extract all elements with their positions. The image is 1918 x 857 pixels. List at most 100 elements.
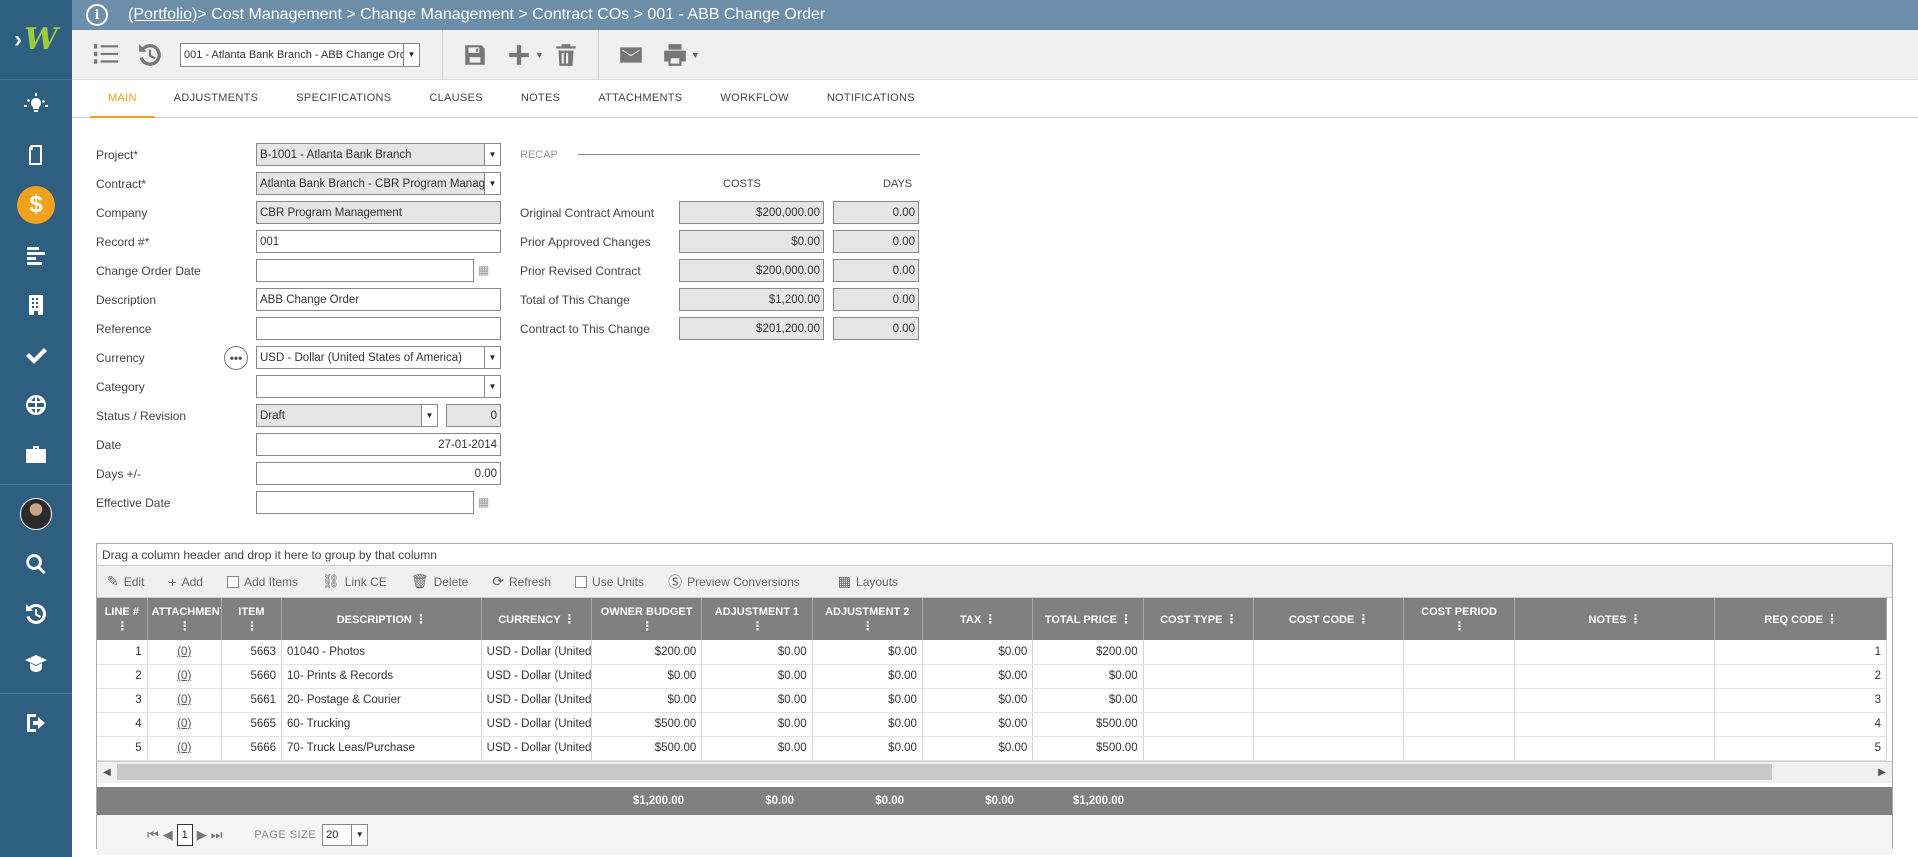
tab-notes[interactable]: NOTES (502, 80, 579, 118)
column-menu-icon[interactable]: ⋮ (116, 619, 128, 633)
effective-date-field[interactable] (256, 491, 474, 514)
lightbulb-icon[interactable] (0, 80, 72, 130)
column-header[interactable]: COST TYPE ⋮ (1143, 598, 1254, 640)
user-avatar[interactable] (0, 489, 72, 539)
cost-management-icon[interactable]: $ (0, 180, 72, 230)
tab-adjustments[interactable]: ADJUSTMENTS (155, 80, 278, 118)
tab-clauses[interactable]: CLAUSES (410, 80, 501, 118)
status-select[interactable]: Draft ▼ (256, 404, 438, 427)
chevron-down-icon[interactable]: ▼ (484, 173, 500, 194)
category-select[interactable]: ▼ (256, 375, 501, 398)
column-header[interactable]: COST PERIOD ⋮ (1403, 598, 1515, 640)
attachments-link[interactable]: (0) (177, 742, 191, 754)
last-page-icon[interactable]: ⏭ (211, 827, 223, 843)
graduation-cap-icon[interactable] (0, 639, 72, 689)
column-header[interactable]: TOTAL PRICE ⋮ (1032, 598, 1144, 640)
chevron-down-icon[interactable]: ▼ (484, 347, 500, 368)
gantt-icon[interactable] (0, 230, 72, 280)
reference-field[interactable] (256, 317, 501, 340)
column-header[interactable]: REQ CODE ⋮ (1714, 598, 1887, 640)
calendar-icon[interactable]: ▦ (478, 263, 494, 279)
next-page-icon[interactable]: ▶ (197, 827, 207, 843)
column-menu-icon[interactable]: ⋮ (984, 612, 996, 626)
use-units-toggle[interactable]: Use Units (575, 575, 644, 589)
more-options-icon[interactable]: ••• (224, 345, 248, 370)
calendar-icon[interactable]: ▦ (478, 495, 494, 511)
email-icon[interactable] (609, 35, 653, 75)
attachments-link[interactable]: (0) (177, 718, 191, 730)
column-header[interactable]: COST CODE ⋮ (1253, 598, 1405, 640)
column-menu-icon[interactable]: ⋮ (1120, 612, 1132, 626)
column-menu-icon[interactable]: ⋮ (641, 619, 653, 633)
column-menu-icon[interactable]: ⋮ (179, 619, 191, 633)
change-order-date-field[interactable] (256, 259, 474, 282)
column-header[interactable]: ATTACHMENTS⋮ (147, 598, 222, 640)
document-icon[interactable] (0, 130, 72, 180)
chevron-down-icon[interactable]: ▼ (484, 144, 500, 165)
contract-select[interactable]: Atlanta Bank Branch - CBR Program Manage… (256, 172, 501, 195)
column-menu-icon[interactable]: ⋮ (1826, 612, 1838, 626)
refresh-button[interactable]: ⟳ Refresh (492, 573, 551, 590)
globe-icon[interactable] (0, 380, 72, 430)
horizontal-scrollbar[interactable]: ◀ ▶ (97, 760, 1892, 783)
tab-notifications[interactable]: NOTIFICATIONS (808, 80, 934, 118)
first-page-icon[interactable]: ⏮ (147, 827, 159, 843)
briefcase-icon[interactable] (0, 430, 72, 480)
app-logo[interactable]: › W (0, 0, 72, 80)
chevron-down-icon[interactable]: ▼ (351, 824, 368, 845)
record-number-field[interactable]: 001 (256, 230, 501, 253)
chevron-down-icon[interactable]: ▼ (691, 50, 700, 60)
tab-main[interactable]: MAIN (90, 80, 155, 118)
table-row[interactable]: 2 (0) 5660 10- Prints & Records USD - Do… (97, 664, 1887, 689)
scroll-right-icon[interactable]: ▶ (1872, 767, 1892, 778)
prev-page-icon[interactable]: ◀ (163, 827, 173, 843)
table-row[interactable]: 3 (0) 5661 20- Postage & Courier USD - D… (97, 688, 1887, 713)
scrollbar-thumb[interactable] (117, 764, 1772, 780)
history-icon[interactable] (128, 35, 172, 75)
current-page[interactable]: 1 (176, 823, 193, 846)
table-row[interactable]: 5 (0) 5666 70- Truck Leas/Purchase USD -… (97, 736, 1887, 761)
project-select[interactable]: B-1001 - Atlanta Bank Branch ▼ (256, 143, 501, 166)
attachments-link[interactable]: (0) (177, 670, 191, 682)
search-icon[interactable] (0, 539, 72, 589)
date-field[interactable]: 27-01-2014 (256, 433, 501, 456)
column-header[interactable]: NOTES ⋮ (1514, 598, 1716, 640)
column-menu-icon[interactable]: ⋮ (1357, 612, 1369, 626)
currency-select[interactable]: USD - Dollar (United States of America) … (256, 346, 501, 369)
checkmark-icon[interactable] (0, 330, 72, 380)
edit-button[interactable]: ✎ Edit (107, 573, 144, 590)
page-size-select[interactable]: 20 ▼ (322, 823, 369, 846)
add-items-button[interactable]: Add Items (226, 575, 298, 589)
description-field[interactable]: ABB Change Order (256, 288, 501, 311)
history-icon[interactable] (0, 589, 72, 639)
building-icon[interactable] (0, 280, 72, 330)
attachments-link[interactable]: (0) (177, 646, 191, 658)
layouts-button[interactable]: ▦ Layouts (838, 573, 898, 590)
chevron-down-icon[interactable]: ▼ (403, 43, 419, 66)
logout-icon[interactable] (0, 698, 72, 748)
group-by-drop-zone[interactable]: Drag a column header and drop it here to… (97, 544, 1892, 566)
column-menu-icon[interactable]: ⋮ (1630, 612, 1642, 626)
save-icon[interactable] (453, 35, 497, 75)
add-button[interactable]: + Add (168, 574, 203, 590)
column-header[interactable]: DESCRIPTION ⋮ (281, 598, 482, 640)
link-ce-button[interactable]: ⛓ Link CE (322, 573, 387, 590)
column-menu-icon[interactable]: ⋮ (246, 619, 258, 633)
breadcrumb-portfolio-link[interactable]: (Portfolio) (128, 6, 197, 24)
column-header[interactable]: TAX ⋮ (922, 598, 1034, 640)
column-menu-icon[interactable]: ⋮ (862, 619, 874, 633)
column-menu-icon[interactable]: ⋮ (751, 619, 763, 633)
scroll-left-icon[interactable]: ◀ (97, 767, 117, 778)
trash-icon[interactable] (544, 35, 588, 75)
days-field[interactable]: 0.00 (256, 462, 501, 485)
column-header[interactable]: ITEM ⋮ (221, 598, 283, 640)
tab-specifications[interactable]: SPECIFICATIONS (277, 80, 410, 118)
list-icon[interactable] (84, 35, 128, 75)
column-menu-icon[interactable]: ⋮ (1454, 619, 1466, 633)
chevron-down-icon[interactable]: ▼ (421, 405, 437, 426)
column-header[interactable]: CURRENCY ⋮ (481, 598, 592, 640)
delete-button[interactable]: 🗑 Delete (411, 573, 468, 590)
column-menu-icon[interactable]: ⋮ (415, 612, 427, 626)
attachments-link[interactable]: (0) (177, 694, 191, 706)
column-menu-icon[interactable]: ⋮ (1225, 612, 1237, 626)
